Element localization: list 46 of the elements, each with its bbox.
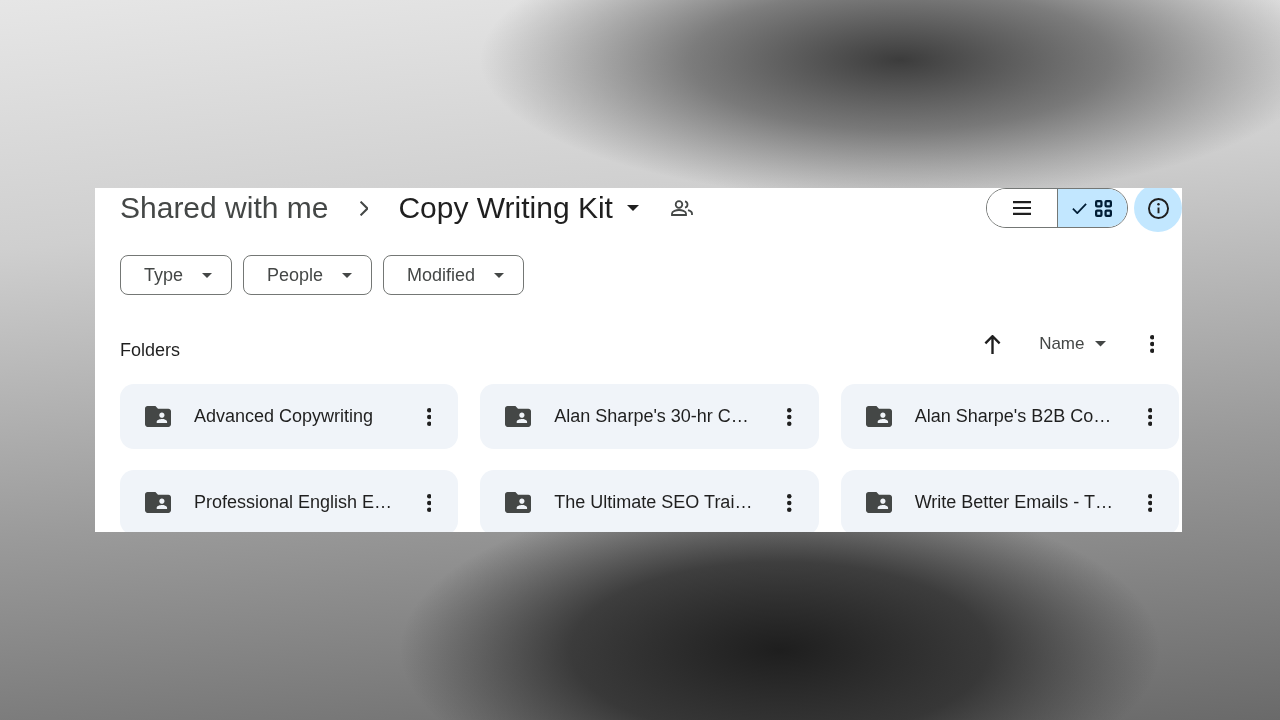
caret-icon bbox=[342, 272, 353, 278]
caret-icon bbox=[626, 205, 639, 211]
folder-name: Alan Sharpe's B2B Co… bbox=[914, 406, 1113, 427]
folder-card[interactable]: The Ultimate SEO Trai… bbox=[480, 470, 819, 532]
info-icon bbox=[1147, 197, 1169, 219]
folder-person-icon bbox=[865, 406, 892, 427]
check-icon bbox=[1072, 202, 1088, 214]
folder-name: Advanced Copywriting bbox=[194, 406, 375, 427]
filter-chip[interactable]: Type bbox=[120, 255, 233, 295]
folder-person-icon bbox=[865, 492, 892, 513]
folder-card[interactable]: Alan Sharpe's 30-hr C… bbox=[480, 384, 819, 449]
folder-person-icon bbox=[505, 492, 532, 513]
more-icon[interactable] bbox=[1149, 335, 1154, 353]
filter-chip[interactable]: People bbox=[243, 255, 373, 295]
folder-card[interactable]: Advanced Copywriting bbox=[120, 384, 459, 449]
folder-card[interactable]: Alan Sharpe's B2B Co… bbox=[840, 384, 1179, 449]
folder-person-icon bbox=[505, 406, 532, 427]
caret-icon bbox=[202, 272, 213, 278]
more-icon[interactable] bbox=[1147, 407, 1152, 426]
grid-view-button[interactable] bbox=[1056, 189, 1127, 227]
info-button[interactable] bbox=[1134, 188, 1182, 232]
more-icon[interactable] bbox=[1147, 493, 1152, 512]
list-icon bbox=[1012, 201, 1031, 215]
current-folder-button[interactable]: Copy Writing Kit bbox=[398, 190, 639, 226]
arrow-up-icon[interactable] bbox=[984, 334, 1002, 354]
caret-icon bbox=[494, 272, 505, 278]
folder-name: The Ultimate SEO Trai… bbox=[554, 492, 754, 513]
caret-icon bbox=[1094, 341, 1106, 347]
more-icon[interactable] bbox=[787, 407, 792, 426]
chevron-right-icon bbox=[360, 200, 369, 216]
sort-field-button[interactable]: Name bbox=[1039, 330, 1106, 358]
section-title: Folders bbox=[120, 339, 181, 361]
more-icon[interactable] bbox=[426, 493, 432, 512]
folder-person-icon bbox=[145, 406, 171, 427]
filter-chip[interactable]: Modified bbox=[383, 255, 525, 295]
more-icon[interactable] bbox=[787, 493, 792, 512]
grid-icon bbox=[1095, 199, 1113, 217]
folder-card[interactable]: Write Better Emails - T… bbox=[840, 470, 1179, 532]
folder-card[interactable]: Professional English E… bbox=[120, 470, 459, 532]
folder-name: Alan Sharpe's 30-hr C… bbox=[554, 406, 750, 427]
folder-person-icon bbox=[145, 492, 171, 513]
people-icon bbox=[670, 200, 693, 216]
folder-name: Write Better Emails - T… bbox=[914, 492, 1115, 513]
breadcrumb-link[interactable]: Shared with me bbox=[120, 190, 329, 226]
more-icon[interactable] bbox=[426, 407, 432, 426]
folder-name: Professional English E… bbox=[194, 492, 394, 513]
